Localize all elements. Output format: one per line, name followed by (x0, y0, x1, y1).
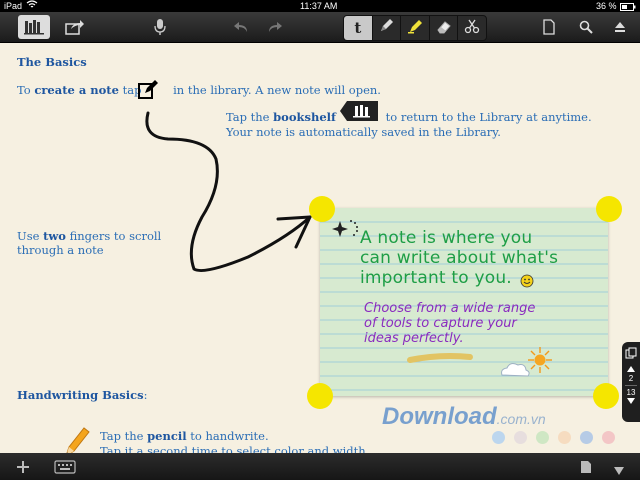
compose-icon (137, 79, 159, 105)
watermark-brand: Download (382, 403, 497, 430)
color-dot-gray[interactable] (514, 431, 527, 444)
keyboard-icon (54, 459, 76, 478)
page-navigator[interactable]: 2 13 (622, 342, 640, 422)
pencil-line: Tap the pencil to handwrite. (100, 429, 269, 443)
page-icon (543, 19, 555, 35)
search-icon (579, 20, 593, 34)
green-line-1: A note is where you (360, 228, 533, 248)
drawn-arrow (145, 111, 312, 272)
resize-handle-top-right[interactable] (596, 196, 622, 222)
page-button[interactable] (538, 15, 560, 39)
create-note-line: To create a note tap in the library. A n… (17, 83, 381, 97)
text-tool-icon: t (354, 19, 362, 37)
pencil-bold: pencil (147, 429, 187, 443)
search-button[interactable] (574, 15, 598, 39)
bookshelf-badge-icon (339, 99, 379, 127)
color-dot-blue[interactable] (492, 431, 505, 444)
bookshelf-button[interactable] (18, 15, 50, 39)
scissors-icon (464, 18, 480, 38)
watermark-logo: Download.com.vn (382, 403, 546, 431)
redo-icon (267, 21, 283, 33)
note-purple-text: Choose from a wide range of tools to cap… (364, 301, 535, 346)
note-page[interactable]: The Basics To create a note tap in the l… (0, 43, 640, 458)
scroll-pre: Use (17, 229, 44, 243)
total-pages: 13 (626, 388, 636, 397)
bookshelf-icon (23, 19, 45, 35)
create-pre: To (17, 83, 35, 97)
color-dot-lightblue[interactable] (580, 431, 593, 444)
current-page: 2 (628, 374, 634, 383)
keyboard-button[interactable] (54, 459, 76, 478)
eject-icon (614, 21, 626, 33)
handwriting-title: Handwriting Basics (17, 388, 144, 402)
page-options-button[interactable] (580, 459, 592, 478)
undo-button[interactable] (228, 15, 254, 39)
toolbar: t (0, 12, 640, 43)
scissors-tool-button[interactable] (458, 16, 486, 40)
page-icon (580, 459, 592, 478)
color-dot-orange[interactable] (558, 431, 571, 444)
battery-percent: 36 % (596, 1, 617, 11)
add-button[interactable] (16, 459, 30, 478)
resize-handle-top-left[interactable] (309, 196, 335, 222)
share-button[interactable] (60, 15, 90, 39)
color-dot-green[interactable] (536, 431, 549, 444)
smiley-icon (520, 273, 534, 292)
handwriting-heading: Handwriting Basics: (17, 388, 148, 402)
redo-button[interactable] (262, 15, 288, 39)
status-bar: iPad 11:37 AM 36 % (0, 0, 640, 12)
text-tool-button[interactable]: t (344, 16, 373, 40)
handwriting-colon: : (143, 388, 148, 402)
pages-icon (622, 347, 640, 361)
pen-tool-button[interactable] (373, 16, 402, 40)
purple-line-2: of tools to capture your (364, 316, 517, 331)
eraser-icon (436, 19, 452, 38)
create-post: in the library. A new note will open. (169, 83, 381, 97)
add-icon (16, 459, 30, 478)
page-down-icon[interactable] (622, 397, 640, 406)
basics-heading: The Basics (17, 55, 87, 69)
highlighter-icon (407, 18, 423, 38)
cloud-sun-icon (498, 345, 562, 385)
pen-icon (378, 18, 394, 38)
highlighter-tool-button[interactable] (401, 16, 430, 40)
share-icon (65, 19, 85, 35)
resize-handle-bottom-left[interactable] (307, 383, 333, 409)
purple-line-3: ideas perfectly. (364, 331, 464, 346)
microphone-button[interactable] (146, 15, 174, 39)
page-up-icon[interactable] (622, 365, 640, 374)
bottom-toolbar (0, 453, 640, 480)
device-name: iPad (4, 1, 23, 11)
pencil-post: to handwrite. (186, 429, 269, 443)
purple-line-1: Choose from a wide range (364, 301, 536, 316)
microphone-icon (154, 18, 166, 36)
scroll-bold: two (43, 229, 66, 243)
down-icon (613, 461, 625, 480)
undo-icon (233, 21, 249, 33)
scroll-line2: through a note (17, 243, 104, 257)
color-dot-pink[interactable] (602, 431, 615, 444)
tool-selector: t (343, 15, 487, 41)
sample-note-card[interactable]: A note is where you can write about what… (320, 208, 608, 396)
pencil-pre: Tap the (100, 429, 148, 443)
resize-handle-bottom-right[interactable] (593, 383, 619, 409)
eraser-tool-button[interactable] (430, 16, 459, 40)
green-line-2: can write about what's (360, 248, 559, 268)
sparkle-icon (332, 217, 360, 245)
eject-button[interactable] (608, 15, 632, 39)
bookshelf-post: to return to the Library at anytime. (381, 110, 592, 124)
wifi-icon (26, 0, 38, 12)
watermark-domain: .com.vn (496, 411, 546, 427)
scroll-down-button[interactable] (613, 461, 625, 480)
create-note-bold: create a note (34, 83, 119, 97)
clock: 11:37 AM (300, 1, 338, 11)
